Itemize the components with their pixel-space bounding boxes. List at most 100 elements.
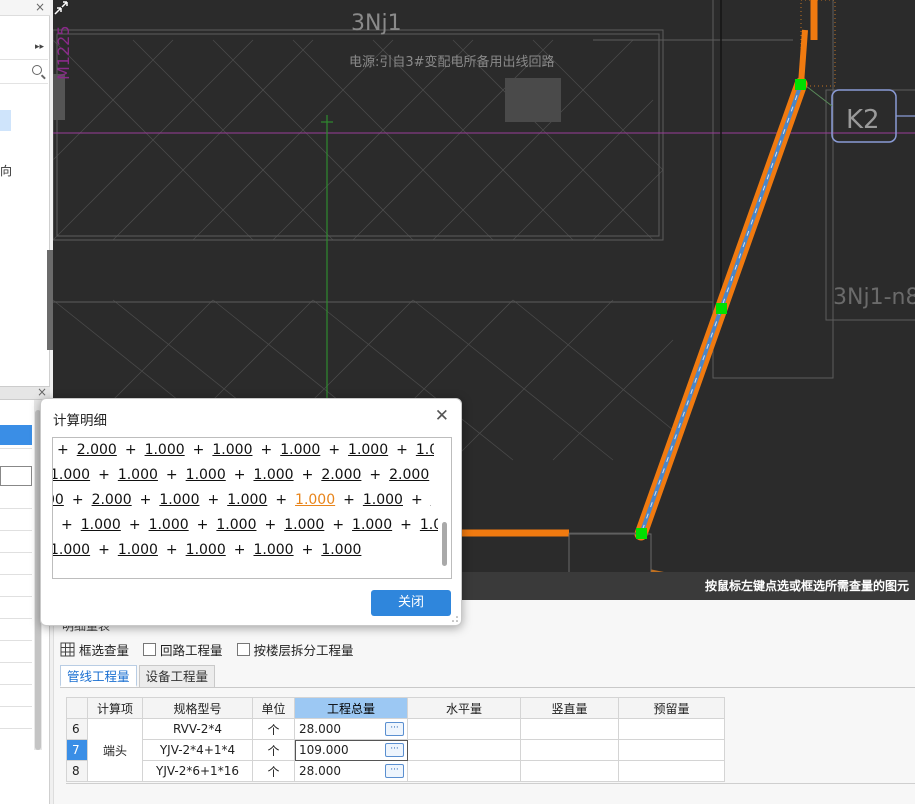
resize-grip-icon[interactable]	[451, 615, 459, 623]
left-panel-text: 向	[0, 164, 13, 178]
horizontal-cell[interactable]	[407, 760, 521, 782]
detail-table: 计算项 规格型号 单位 工程总量 水平量 竖直量 预留量 6 端头 RVV-2*…	[66, 697, 725, 782]
reserve-cell[interactable]	[618, 718, 725, 740]
formula-term[interactable]: 1.000	[253, 542, 293, 558]
horizontal-cell[interactable]	[407, 739, 521, 761]
plus-sign: +	[139, 492, 152, 508]
formula-term[interactable]: 1.000	[227, 492, 267, 508]
formula-term[interactable]: 1.000	[145, 442, 185, 458]
divider	[0, 596, 32, 597]
close-icon[interactable]: ×	[35, 0, 45, 14]
col-header-unit[interactable]: 单位	[252, 697, 295, 719]
formula-term[interactable]: 1.000	[348, 442, 388, 458]
cad-node[interactable]	[795, 79, 806, 90]
formula-term[interactable]: 1.000	[186, 542, 226, 558]
close-icon[interactable]: ×	[37, 385, 47, 399]
tab-divider	[60, 687, 915, 688]
formula-term[interactable]: 00	[53, 492, 64, 508]
more-icon[interactable]: ···	[385, 764, 404, 778]
box-select-label: 框选查量	[79, 642, 130, 658]
formula-term[interactable]: 1.000	[212, 442, 252, 458]
floor-split-checkbox[interactable]	[236, 642, 250, 656]
formula-term[interactable]: 1.000	[149, 517, 189, 533]
formula-term-highlighted[interactable]: 1.000	[295, 492, 335, 508]
vertical-cell[interactable]	[520, 739, 619, 761]
plus-sign: +	[165, 467, 178, 483]
total-cell[interactable]: 109.000 ···	[294, 739, 408, 761]
formula-term[interactable]: 1.000	[81, 517, 121, 533]
vertical-cell[interactable]	[520, 760, 619, 782]
horizontal-cell[interactable]	[407, 718, 521, 740]
app-window: × ▸▸ 向 × 3Nj1 M1225 电源:引自3#变配电所备用出线回路 3N…	[0, 0, 915, 804]
col-header-spec[interactable]: 规格型号	[142, 697, 253, 719]
formula-line: +2.000+1.000+1.000+1.000+1.000+1.000+	[53, 442, 434, 467]
table-row[interactable]: 8 YJV-2*6+1*16 个 28.000 ···	[66, 760, 725, 782]
divider	[0, 618, 32, 619]
close-button[interactable]: 关闭	[371, 590, 451, 616]
formula-term[interactable]: 1.000	[216, 517, 256, 533]
formula-term[interactable]: 1.000	[186, 467, 226, 483]
formula-term[interactable]: 1.000	[352, 517, 392, 533]
reserve-cell[interactable]	[618, 760, 725, 782]
formula-term[interactable]: 1.000	[420, 517, 438, 533]
formula-term[interactable]: 1.000	[118, 467, 158, 483]
close-icon[interactable]: ✕	[435, 406, 449, 426]
formula-term[interactable]: 2.000	[92, 492, 132, 508]
loop-qty-checkbox[interactable]	[143, 642, 157, 656]
more-icon[interactable]: ···	[385, 722, 404, 736]
dialog-title: 计算明细	[53, 413, 107, 429]
col-header-item[interactable]: 计算项	[87, 697, 143, 719]
tab-pipe-qty[interactable]: 管线工程量	[60, 665, 137, 687]
box-select-option[interactable]: 框选查量	[60, 640, 129, 659]
total-cell[interactable]: 28.000 ···	[294, 718, 408, 740]
formula-term[interactable]: 1.000	[321, 542, 361, 558]
table-row[interactable]: 7 YJV-2*4+1*4 个 109.000 ···	[66, 739, 725, 761]
plus-sign: +	[57, 442, 69, 458]
formula-term[interactable]: 1.000	[284, 517, 324, 533]
vertical-cell[interactable]	[520, 718, 619, 740]
cad-node[interactable]	[716, 303, 727, 314]
col-header-vertical[interactable]: 竖直量	[520, 697, 619, 719]
left-panel-search[interactable]	[0, 62, 48, 84]
table-row[interactable]: 6 端头 RVV-2*4 个 28.000 ···	[66, 718, 725, 782]
formula-scrollbar[interactable]	[442, 522, 447, 566]
col-header-reserve[interactable]: 预留量	[618, 697, 725, 719]
left-panel-input[interactable]	[0, 466, 32, 486]
divider	[0, 574, 32, 575]
detail-options: 框选查量 回路工程量 按楼层拆分工程量	[60, 640, 362, 658]
formula-term[interactable]: 1.000	[363, 492, 403, 508]
select-cursor-icon	[54, 1, 68, 15]
formula-term[interactable]: 1.000	[416, 442, 434, 458]
plus-sign: +	[98, 467, 110, 483]
plus-sign: +	[396, 442, 408, 458]
calc-detail-dialog: 计算明细 ✕ +2.000 +1.000 +1.000 +1.000 +1.000 +1.…	[40, 398, 462, 626]
formula-term[interactable]: 1.000	[53, 542, 90, 558]
formula-term[interactable]: 1.000	[53, 467, 90, 483]
cad-lead	[805, 85, 833, 107]
total-cell[interactable]: 28.000 ···	[294, 760, 408, 782]
left-panel-selected-item[interactable]	[0, 110, 11, 131]
floor-split-option[interactable]: 按楼层拆分工程量	[236, 640, 354, 659]
formula-term[interactable]: 1.000	[159, 492, 199, 508]
formula-term[interactable]: 2.000	[321, 467, 361, 483]
formula-text-area[interactable]: +2.000 +1.000 +1.000 +1.000 +1.000 +1.000 +1.0…	[52, 437, 452, 579]
cad-pipe	[798, 29, 808, 85]
left-panel-selected-row[interactable]	[0, 425, 32, 445]
reserve-cell[interactable]	[618, 739, 725, 761]
grid-select-icon	[60, 642, 75, 656]
more-icon[interactable]: ···	[385, 743, 404, 757]
search-icon[interactable]	[32, 65, 42, 75]
formula-term[interactable]: 1.000	[253, 467, 293, 483]
col-header-total[interactable]: 工程总量	[294, 697, 408, 719]
formula-term[interactable]: 2.000	[389, 467, 429, 483]
cad-node[interactable]	[636, 528, 647, 539]
formula-term[interactable]: 1.000	[118, 542, 158, 558]
loop-qty-option[interactable]: 回路工程量	[143, 640, 223, 659]
col-header-horizontal[interactable]: 水平量	[407, 697, 521, 719]
formula-term[interactable]: 2.000	[77, 442, 117, 458]
plus-sign: +	[128, 517, 141, 533]
formula-term[interactable]: 1.000	[280, 442, 320, 458]
expand-arrows-icon[interactable]: ▸▸	[35, 42, 44, 52]
plus-sign: +	[98, 542, 110, 558]
tab-device-qty[interactable]: 设备工程量	[138, 665, 216, 687]
